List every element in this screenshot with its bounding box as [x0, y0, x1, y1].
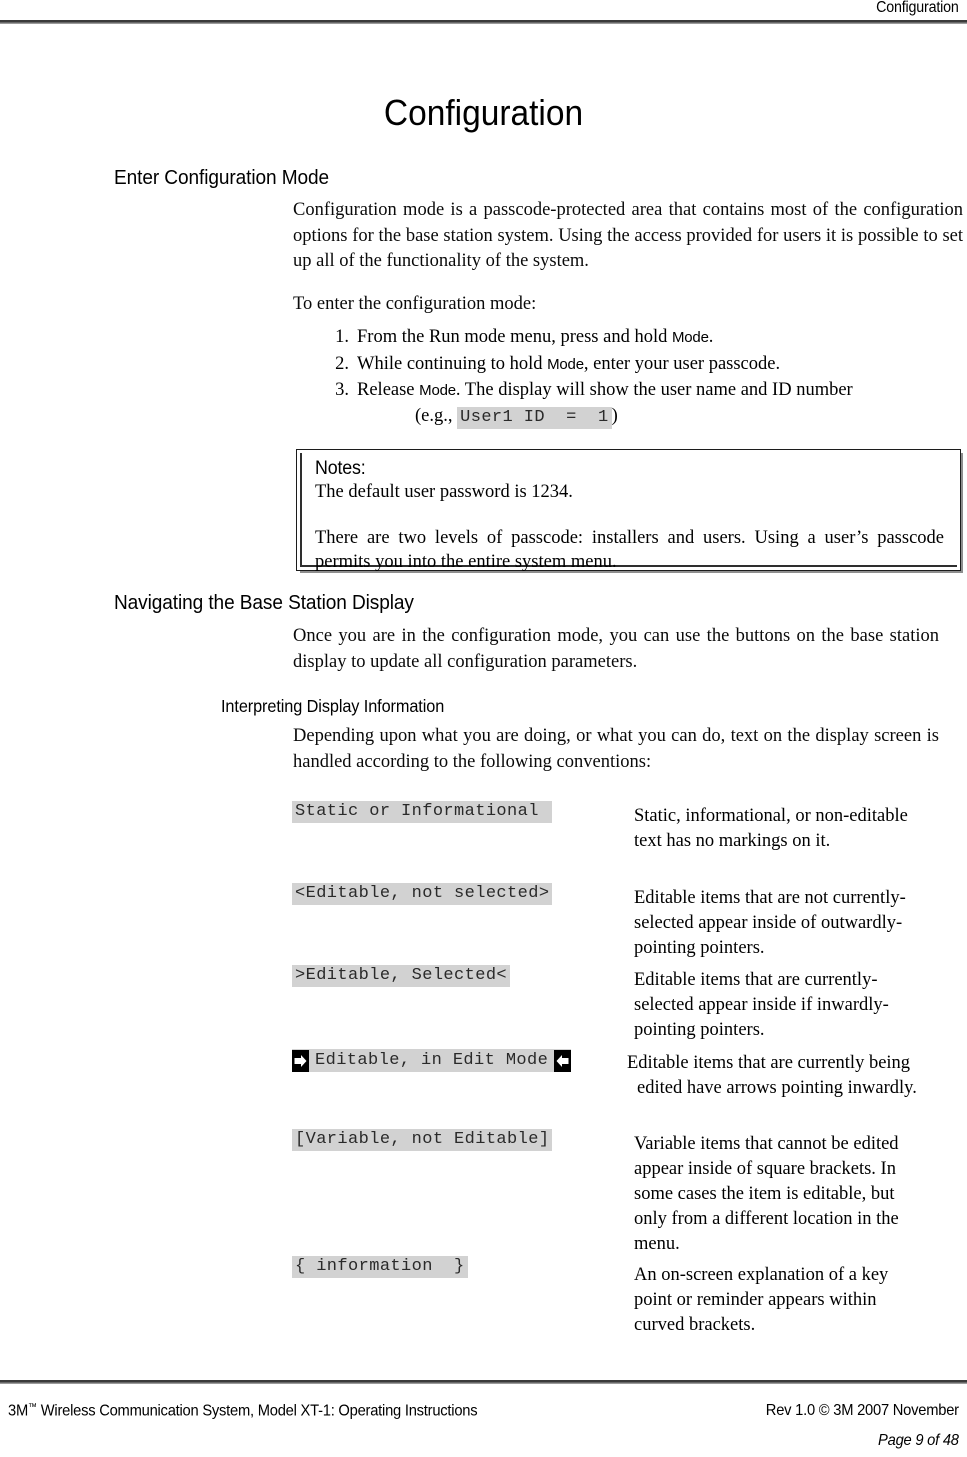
- convention-description-cell: Editable items that are currently being …: [627, 1053, 917, 1098]
- list-item: 1. From the Run mode menu, press and hold…: [325, 325, 945, 351]
- arrow-left-inward-icon: [554, 1049, 572, 1072]
- lcd-example-editable-not-selected: <Editable, not selected>: [292, 883, 553, 905]
- convention-description-cell: Static, informational, or non-editable t…: [634, 806, 908, 851]
- footer-revision: Rev 1.0 © 3M 2007 November: [765, 1402, 959, 1419]
- display-conventions-table: Static or Informational Static, informat…: [0, 801, 967, 1347]
- table-row: <Editable, not selected> Editable items …: [0, 883, 967, 966]
- footer-product-line: 3M™ Wireless Communication System, Model…: [8, 1402, 478, 1420]
- table-row: >Editable, Selected< Editable items that…: [0, 965, 967, 1049]
- lcd-example-information: { information }: [292, 1256, 468, 1278]
- notes-spacer: [315, 504, 944, 526]
- convention-example-cell: Editable, in Edit Mode: [292, 1049, 572, 1072]
- convention-example-cell: { information }: [292, 1256, 468, 1278]
- lcd-example-variable-not-editable: [Variable, not Editable]: [292, 1129, 553, 1151]
- list-item: 2. While continuing to hold Mode, enter y…: [325, 352, 945, 378]
- step-text-before: While continuing to hold: [357, 353, 548, 374]
- convention-example-cell: >Editable, Selected<: [292, 965, 511, 987]
- list-item: 3. Release Mode. The display will show th…: [325, 378, 945, 430]
- heading-interpreting-display-information: Interpreting Display Information: [221, 696, 445, 716]
- step-text-after: .: [708, 327, 714, 347]
- footer-product-text: Wireless Communication System, Model XT-…: [36, 1402, 478, 1420]
- step-number: 1.: [335, 327, 349, 347]
- key-label-mode: Mode: [419, 382, 456, 399]
- convention-example-cell: <Editable, not selected>: [292, 883, 553, 905]
- heading-enter-configuration-mode: Enter Configuration Mode: [114, 166, 330, 189]
- notes-content: Notes: The default user password is 1234…: [315, 458, 944, 574]
- convention-description-cell: Editable items that are currently-select…: [634, 970, 889, 1040]
- convention-example-cell: [Variable, not Editable]: [292, 1129, 553, 1151]
- running-header: Configuration: [0, 0, 967, 26]
- key-label-mode: Mode: [547, 355, 584, 373]
- paragraph-to-enter-config-mode: To enter the configuration mode:: [293, 294, 537, 314]
- page-title: Configuration: [383, 92, 584, 133]
- table-row: Editable, in Edit Mode Editable items th…: [0, 1049, 967, 1130]
- lcd-example-editable-selected: >Editable, Selected<: [292, 965, 511, 987]
- step-number: 2.: [335, 353, 349, 374]
- convention-description-cell: Variable items that cannot be edited app…: [634, 1134, 899, 1254]
- step-text-after: , enter your user passcode.: [583, 353, 781, 374]
- table-row: Static or Informational Static, informat…: [0, 801, 967, 884]
- footer-divider-rule: [0, 1380, 967, 1384]
- lcd-example-user-id: User1 ID = 1: [457, 406, 612, 429]
- notes-callout-box: Notes: The default user password is 1234…: [296, 449, 961, 574]
- step-text-before: Release: [357, 380, 420, 400]
- footer-page-number: Page 9 of 48: [878, 1432, 959, 1449]
- heading-navigating-base-station-display: Navigating the Base Station Display: [114, 591, 414, 614]
- example-prefix: (e.g.,: [415, 405, 458, 426]
- key-label-mode: Mode: [671, 329, 709, 346]
- steps-list: 1. From the Run mode menu, press and hold…: [325, 325, 945, 431]
- notes-box-inner-left-rule: [300, 453, 302, 567]
- convention-description-cell: Editable items that are not currently-se…: [634, 888, 906, 958]
- step-number: 3.: [335, 380, 349, 400]
- notes-line-passcode-levels: There are two levels of passcode: instal…: [315, 528, 944, 572]
- step-example-line: (e.g., User1 ID = 1): [357, 404, 945, 431]
- convention-description-cell: An on-screen explanation of a key point …: [634, 1265, 889, 1335]
- notes-line-default-password: The default user password is 1234.: [315, 482, 573, 502]
- lcd-example-static: Static or Informational: [292, 801, 553, 823]
- step-text-after: . The display will show the user name an…: [455, 380, 853, 400]
- step-text-before: From the Run mode menu, press and hold: [357, 327, 672, 347]
- table-row: { information } An on-screen explanation…: [0, 1256, 967, 1347]
- paragraph-interpreting-intro: Depending upon what you are doing, or wh…: [293, 726, 939, 772]
- paragraph-configuration-mode-intro: Configuration mode is a passcode-protect…: [293, 200, 963, 271]
- table-row: [Variable, not Editable] Variable items …: [0, 1129, 967, 1257]
- running-header-title: Configuration: [876, 0, 960, 16]
- lcd-example-edit-mode: Editable, in Edit Mode: [315, 1050, 549, 1070]
- notes-title: Notes:: [315, 458, 366, 479]
- arrow-right-inward-icon: [292, 1049, 309, 1072]
- example-suffix: ): [611, 405, 618, 426]
- header-divider-rule: [0, 20, 967, 24]
- paragraph-navigating-intro: Once you are in the configuration mode, …: [293, 626, 939, 672]
- convention-example-cell: Static or Informational: [292, 801, 553, 823]
- footer-brand: 3M: [8, 1402, 28, 1420]
